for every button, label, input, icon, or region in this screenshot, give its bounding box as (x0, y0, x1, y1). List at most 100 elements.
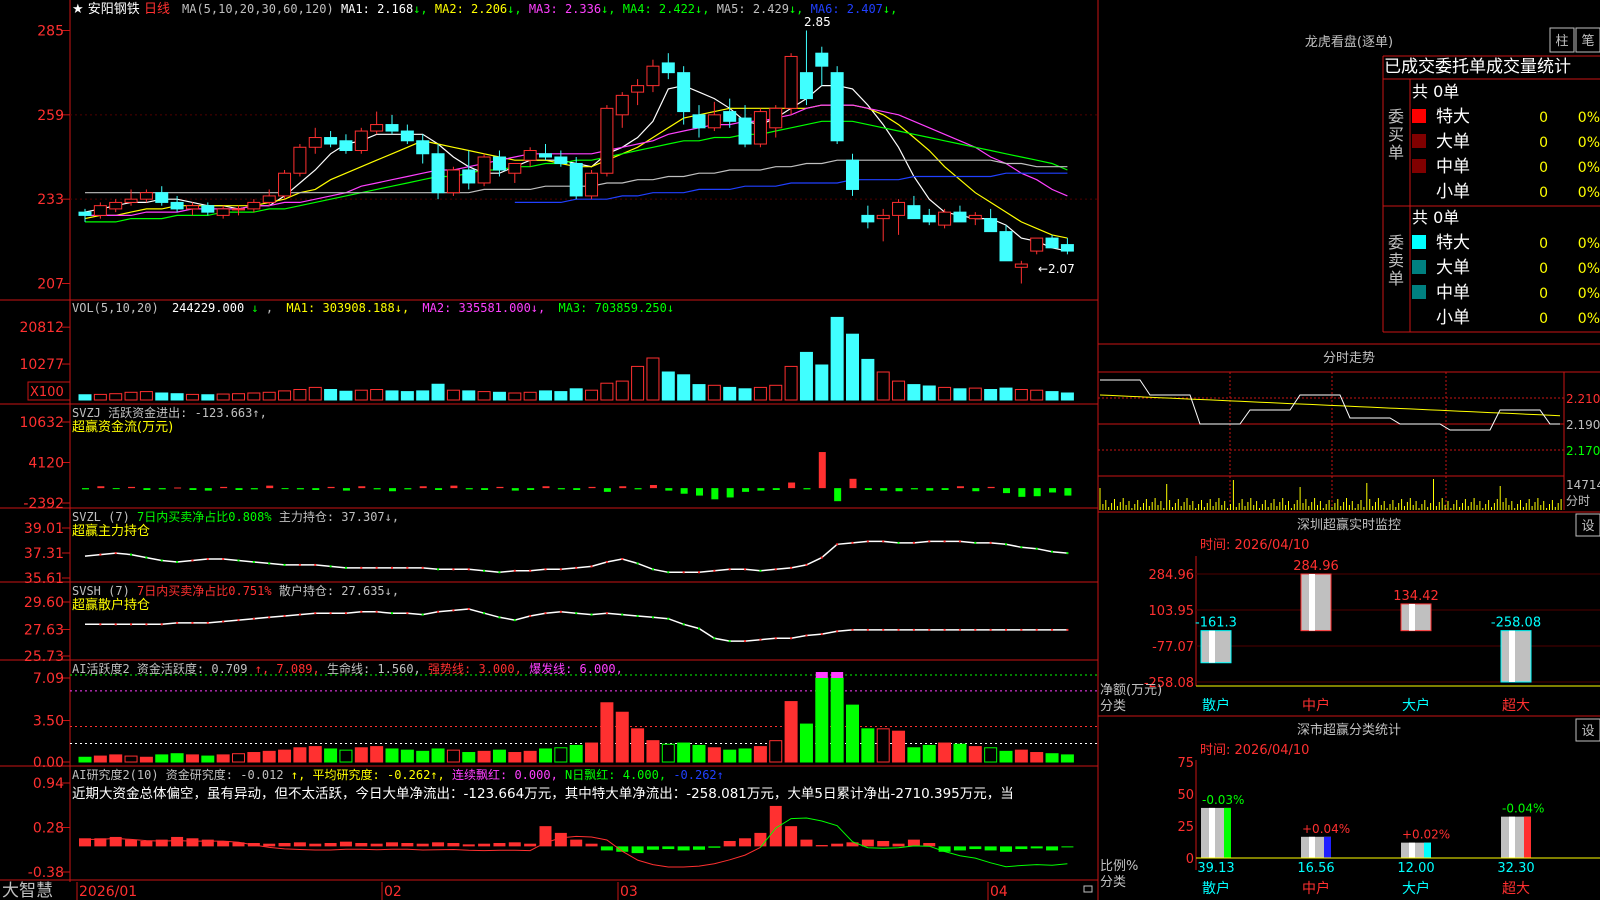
sz-monitor-category: 超大 (1502, 698, 1530, 714)
holding-dot (529, 614, 532, 617)
vol-bar (600, 382, 614, 401)
sz-monitor-value: 134.42 (1393, 589, 1439, 604)
intraday-unit: 分时 (1566, 494, 1590, 508)
stat-title: 已成交委托单成交量统计 (1384, 57, 1571, 77)
svzj-bar (296, 488, 304, 490)
ai-active-label: AI活跃度2 资金活跃度: 0.709 ↑, 7.089, 生命线: 1.560… (72, 661, 623, 676)
row-swatch (1412, 159, 1426, 173)
vol-bar (539, 390, 552, 401)
x-label-jan: 2026/01 (79, 884, 137, 900)
svzj-bar (511, 488, 519, 491)
dragon-tiger-panel: 龙虎看盘(逐单) 柱 笔 已成交委托单成交量统计 委买单 委卖单 共 0单 共 … (1305, 27, 1600, 333)
ai-research-bar (800, 839, 813, 847)
ai-active-bar (569, 744, 583, 763)
buy-total: 共 0单 (1412, 82, 1459, 101)
svzj-bar (281, 488, 289, 490)
sz-monitor-value: -161.3 (1195, 616, 1237, 631)
candle-body (308, 137, 322, 148)
lock-icon[interactable] (1083, 885, 1093, 893)
holding-dot (1035, 628, 1038, 631)
holding-dot (360, 566, 363, 569)
sz-class-bar-accent (1524, 816, 1531, 858)
holding-dot (268, 616, 271, 619)
sz-monitor-bar-shine (1309, 574, 1315, 631)
ai-active-bar (78, 756, 92, 763)
sz-class-tick: 75 (1177, 756, 1194, 771)
row-name: 大单 (1436, 258, 1470, 278)
vol-bar (446, 389, 460, 401)
svzl-panel: SVZL (7) 7日内买卖净占比0.808% 主力持仓: 37.307↓, 超… (24, 509, 1069, 587)
vol-bar (78, 394, 92, 401)
candle (999, 225, 1013, 262)
candle (385, 114, 399, 135)
holding-dot (866, 540, 869, 543)
holding-dot (130, 623, 133, 626)
svzj-bar (204, 488, 212, 491)
sz-monitor-tick: 284.96 (1149, 568, 1195, 583)
sz-class-change: +0.04% (1302, 822, 1350, 836)
sz-monitor-category: 大户 (1402, 697, 1430, 714)
vol-bar (846, 333, 859, 401)
ai-research-bar (907, 839, 920, 847)
ai-active-bar (1030, 752, 1044, 763)
sz-monitor-bar (1200, 630, 1232, 664)
ma-arrow-2: ↓, (507, 2, 529, 16)
candle-body (769, 107, 783, 129)
row-pct: 0% (1578, 261, 1600, 277)
candle-body (539, 153, 552, 158)
holding-dot (559, 568, 562, 571)
svsh-y-axis: 29.60 27.63 25.73 (24, 595, 70, 665)
y-tick-label: 0.94 (33, 776, 64, 792)
svzj-bar (1064, 488, 1072, 496)
ma-arrow-1: ↓, (413, 2, 435, 16)
ai-active-bar (1045, 753, 1059, 763)
intraday-tick-2: 2.190 (1566, 418, 1600, 432)
favorite-star-icon[interactable]: ★ (72, 2, 84, 17)
y-tick-label: 10632 (19, 415, 64, 431)
holding-dot (590, 613, 593, 616)
buy-rows: 特大 0 0% 大单 0 0% 中单 0 0% 小单 0 0% (1412, 107, 1600, 202)
ai-research-bar (892, 843, 905, 847)
ai-research-bar (493, 843, 506, 847)
candle-body (876, 214, 890, 220)
holding-dot (467, 568, 470, 571)
ai-research-bar (861, 839, 874, 847)
holding-dot (651, 568, 654, 571)
svzl-label-a: SVZL (7) (72, 510, 137, 524)
ai-research-bar (570, 839, 583, 847)
holding-dot (974, 541, 977, 544)
ai-research-bar (969, 846, 982, 850)
vol-bar (815, 364, 829, 401)
ai-research-bar (140, 840, 153, 847)
row-swatch (1412, 134, 1426, 148)
y-tick-label: 35.61 (24, 571, 64, 587)
ai-research-bar (723, 840, 736, 847)
stock-terminal: ★ 安阳钢铁 日线 MA(5,10,20,30,60,120) MA1: 2.1… (0, 0, 1600, 900)
sz-class-category: 超大 (1502, 881, 1530, 897)
vol-bar (569, 388, 583, 401)
holding-dot (928, 540, 931, 543)
svsh-label-a: SVSH (7) (72, 584, 137, 598)
vol-bar (892, 380, 906, 401)
holding-dot (605, 612, 608, 615)
svzj-bar (1049, 488, 1057, 493)
ai-active-bar (170, 753, 184, 763)
vertical-char: 卖 (1388, 251, 1404, 270)
ma-arrow-5: ↓, (789, 2, 811, 16)
ai-research-bar (355, 843, 368, 847)
vol-unit-label: X100 (30, 385, 64, 400)
holding-dot (206, 558, 209, 561)
holding-dot (897, 628, 900, 631)
vol-bar (262, 391, 276, 401)
holding-dot (1005, 628, 1007, 631)
svzj-bar (696, 488, 703, 496)
candle-body (892, 201, 906, 216)
period-label[interactable]: 日线 (144, 2, 170, 17)
svzj-bar (450, 485, 458, 489)
sz-monitor-time: 时间: 2026/04/10 (1200, 538, 1309, 553)
x-label-apr: 04 (990, 884, 1008, 900)
sz-monitor-bar (1300, 573, 1332, 632)
svzj-sublabel: 超赢资金流(万元) (72, 419, 173, 435)
ai-research-bar (1046, 846, 1059, 851)
holding-dot (1020, 628, 1023, 631)
